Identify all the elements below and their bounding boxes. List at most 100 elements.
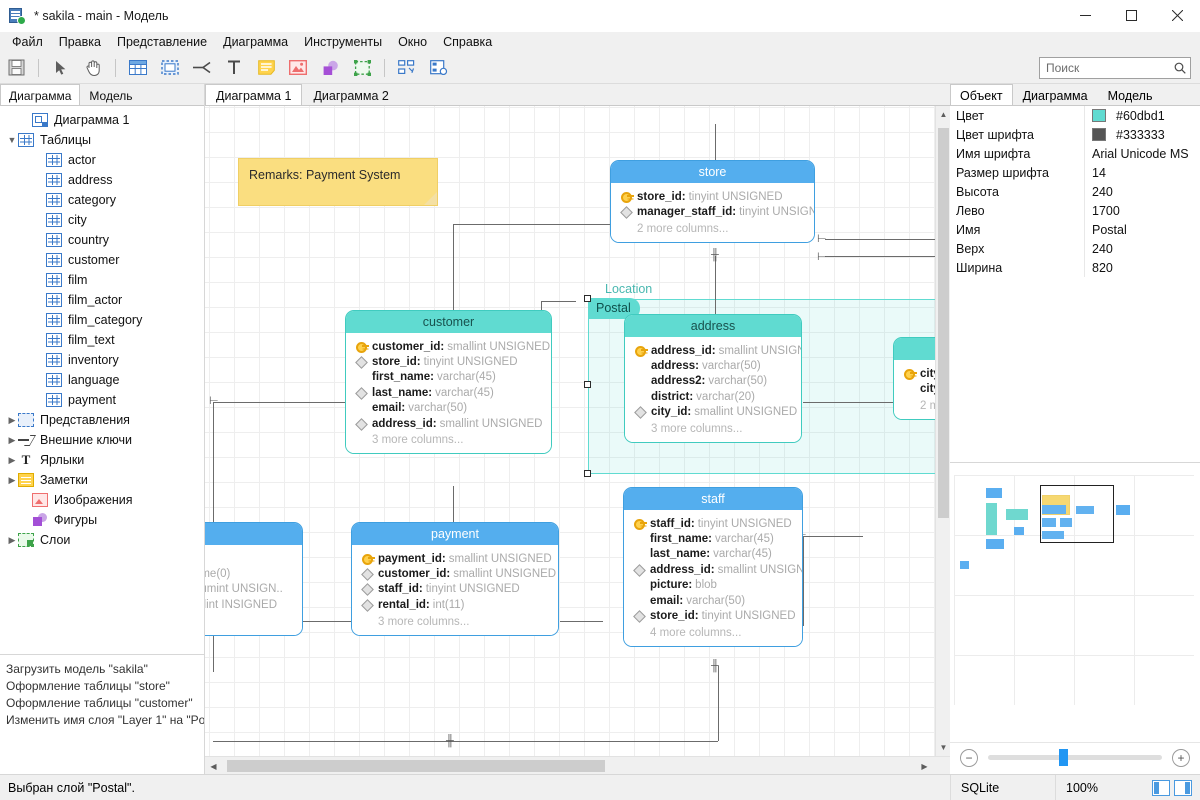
property-value[interactable]: 1700 xyxy=(1084,201,1200,220)
property-row[interactable]: Высота240 xyxy=(950,182,1200,201)
property-value[interactable]: 820 xyxy=(1084,258,1200,277)
zoom-in-button[interactable]: + xyxy=(1172,749,1190,767)
er-column-row[interactable]: ediumint UNSIGN.. xyxy=(205,582,302,597)
tab-object[interactable]: Объект xyxy=(950,84,1013,105)
search-input[interactable] xyxy=(1044,60,1174,76)
scroll-right-arrow[interactable]: ▶ xyxy=(916,757,933,775)
property-value[interactable]: 240 xyxy=(1084,182,1200,201)
er-column-row[interactable]: rental_id:int(11) xyxy=(352,597,558,612)
er-more-columns[interactable]: 3 more columns... xyxy=(625,423,801,435)
er-table-payment[interactable]: paymentpayment_id:smallint UNSIGNEDcusto… xyxy=(351,522,559,636)
diagram-settings-icon[interactable] xyxy=(426,55,452,81)
property-row[interactable]: Размер шрифта14 xyxy=(950,163,1200,182)
er-table-header[interactable]: customer xyxy=(346,311,551,333)
save-icon[interactable] xyxy=(3,55,29,81)
property-row[interactable]: Лево1700 xyxy=(950,201,1200,220)
er-column-row[interactable]: last_name:varchar(45) xyxy=(624,547,802,562)
er-column-row[interactable]: staff_id:tinyint UNSIGNED xyxy=(352,582,558,597)
property-row[interactable]: Цвет#60dbd1 xyxy=(950,106,1200,125)
menu-view[interactable]: Представление xyxy=(109,33,215,51)
layer-handle-bottom-left[interactable] xyxy=(584,470,591,477)
er-column-row[interactable]: city_id:smallint UNSIGNED xyxy=(625,405,801,420)
tree-item-inventory[interactable]: inventory xyxy=(0,350,204,370)
er-column-row[interactable]: manager_staff_id:tinyint UNSIGNED xyxy=(611,204,814,219)
new-shape-icon[interactable] xyxy=(317,55,343,81)
minimap-panel[interactable] xyxy=(950,462,1200,740)
property-value[interactable]: 240 xyxy=(1084,239,1200,258)
er-column-row[interactable]: tetime(0) xyxy=(205,566,302,581)
er-column-row[interactable]: mallint INSIGNED xyxy=(205,597,302,612)
tree-item-city[interactable]: city xyxy=(0,210,204,230)
tree-item-представления[interactable]: ▶Представления xyxy=(0,410,204,430)
new-table-icon[interactable] xyxy=(125,55,151,81)
menu-tools[interactable]: Инструменты xyxy=(296,33,390,51)
property-row[interactable]: Цвет шрифта#333333 xyxy=(950,125,1200,144)
er-table-store[interactable]: storestore_id:tinyint UNSIGNEDmanager_st… xyxy=(610,160,815,243)
tab-diagram-2[interactable]: Диаграмма 2 xyxy=(302,84,399,105)
zoom-out-button[interactable]: − xyxy=(960,749,978,767)
er-more-columns[interactable]: s... xyxy=(205,616,302,628)
layer-handle-top-left[interactable] xyxy=(584,295,591,302)
tree-item-слои[interactable]: ▶Слои xyxy=(0,530,204,550)
search-box[interactable] xyxy=(1039,57,1191,79)
diagram-note[interactable]: Remarks: Payment System xyxy=(238,158,438,206)
er-table-header[interactable]: staff xyxy=(624,488,802,510)
er-column-row[interactable]: email:varchar(50) xyxy=(346,401,551,416)
property-value[interactable]: Arial Unicode MS xyxy=(1084,144,1200,163)
tree-item-таблицы[interactable]: ▼Таблицы xyxy=(0,130,204,150)
er-column-row[interactable]: store_id:tinyint UNSIGNED xyxy=(346,354,551,369)
menu-help[interactable]: Справка xyxy=(435,33,500,51)
new-image-icon[interactable] xyxy=(285,55,311,81)
minimap-canvas[interactable] xyxy=(954,475,1194,705)
tree-item-language[interactable]: language xyxy=(0,370,204,390)
tree-item-payment[interactable]: payment xyxy=(0,390,204,410)
toggle-right-panel-icon[interactable] xyxy=(1174,780,1192,796)
tree-twisty[interactable]: ▶ xyxy=(6,435,18,446)
er-table-address[interactable]: addressaddress_id:smallint UNSIGNEDaddre… xyxy=(624,314,802,443)
hand-tool-icon[interactable] xyxy=(80,55,106,81)
tree-item-film_text[interactable]: film_text xyxy=(0,330,204,350)
er-column-row[interactable]: address_id:smallint UNSIGNED xyxy=(346,416,551,431)
tree-twisty[interactable]: ▶ xyxy=(6,535,18,546)
er-column-row[interactable]: picture:blob xyxy=(624,578,802,593)
tree-item-film_actor[interactable]: film_actor xyxy=(0,290,204,310)
horizontal-scroll-thumb[interactable] xyxy=(227,760,605,772)
vertical-scroll-thumb[interactable] xyxy=(938,128,949,518)
tab-model-props[interactable]: Модель xyxy=(1098,84,1163,105)
tree-twisty[interactable]: ▶ xyxy=(6,415,18,426)
er-column-row[interactable]: last_name:varchar(45) xyxy=(346,385,551,400)
menu-edit[interactable]: Правка xyxy=(51,33,109,51)
er-column-row[interactable]: first_name:varchar(45) xyxy=(346,370,551,385)
menu-diagram[interactable]: Диаграмма xyxy=(215,33,296,51)
minimap-viewport-rect[interactable] xyxy=(1040,485,1114,543)
er-table-customer[interactable]: customer customer_id:smallint UNSIGNEDsto… xyxy=(345,310,552,454)
scroll-down-arrow[interactable]: ▼ xyxy=(936,739,951,756)
canvas-horizontal-scrollbar[interactable]: ◀ ▶ xyxy=(205,756,950,774)
tree-item-address[interactable]: address xyxy=(0,170,204,190)
canvas-vertical-scrollbar[interactable]: ▲ ▼ xyxy=(935,106,950,756)
tab-diagram-props[interactable]: Диаграмма xyxy=(1013,84,1098,105)
property-value[interactable]: Postal xyxy=(1084,220,1200,239)
tree-item-actor[interactable]: actor xyxy=(0,150,204,170)
new-layer-icon[interactable] xyxy=(349,55,375,81)
tree-item-изображения[interactable]: Изображения xyxy=(0,490,204,510)
er-column-row[interactable]: district:varchar(20) xyxy=(625,389,801,404)
tree-item-film_category[interactable]: film_category xyxy=(0,310,204,330)
tree-twisty[interactable]: ▶ xyxy=(6,475,18,486)
er-column-row[interactable]: ) xyxy=(205,551,302,566)
property-row[interactable]: Ширина820 xyxy=(950,258,1200,277)
er-more-columns[interactable]: 3 more columns... xyxy=(352,616,558,628)
tree-item-country[interactable]: country xyxy=(0,230,204,250)
new-label-icon[interactable] xyxy=(221,55,247,81)
tree-item-ярлыки[interactable]: ▶TЯрлыки xyxy=(0,450,204,470)
er-column-row[interactable]: address:varchar(50) xyxy=(625,358,801,373)
minimize-button[interactable] xyxy=(1062,0,1108,32)
er-column-row[interactable]: customer_id:smallint UNSIGNED xyxy=(346,339,551,354)
property-value[interactable]: #333333 xyxy=(1084,125,1200,144)
er-table-rental[interactable]: rental)tetime(0)ediumint UNSIGN..mallint… xyxy=(205,522,303,636)
er-column-row[interactable]: customer_id:smallint UNSIGNED xyxy=(352,566,558,581)
layer-handle-middle-left[interactable] xyxy=(584,381,591,388)
scroll-up-arrow[interactable]: ▲ xyxy=(936,106,951,123)
tree-twisty[interactable]: ▶ xyxy=(6,455,18,466)
color-swatch[interactable] xyxy=(1092,109,1106,122)
